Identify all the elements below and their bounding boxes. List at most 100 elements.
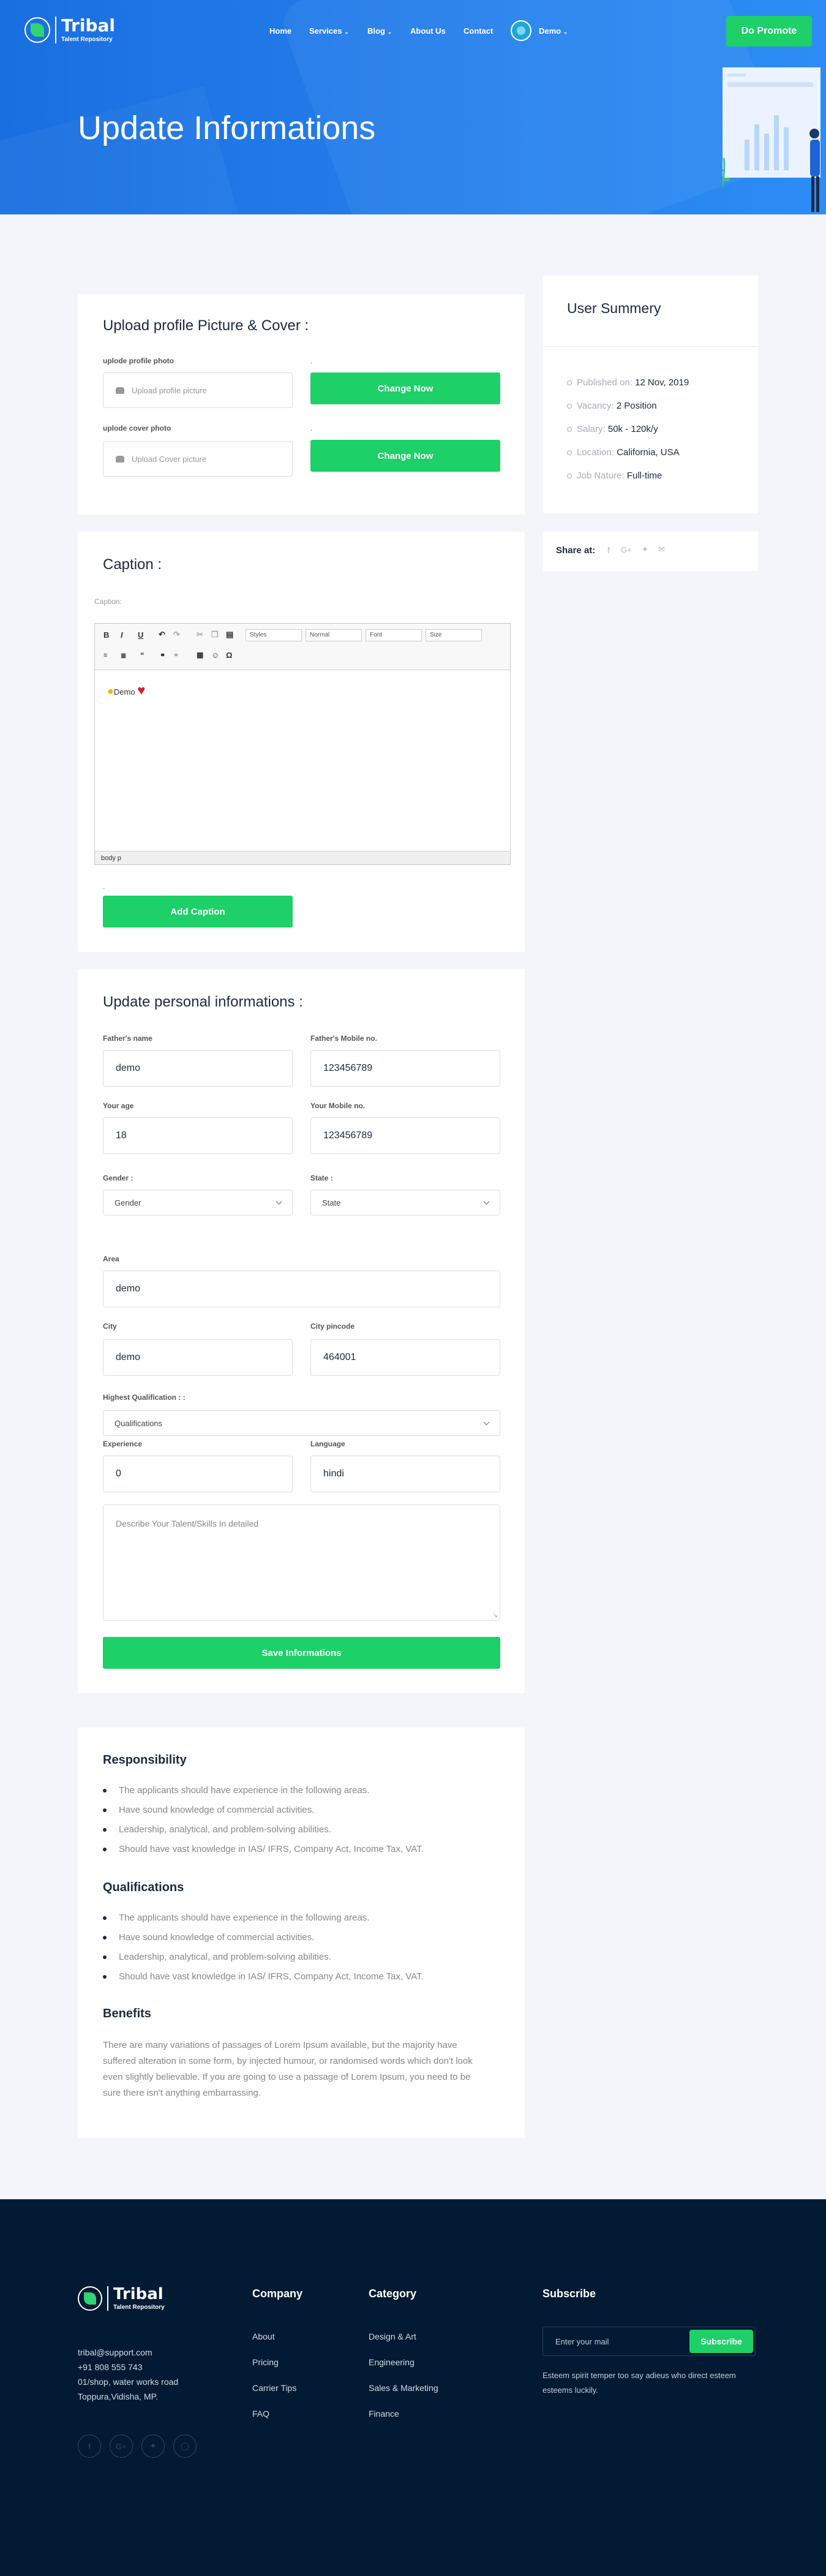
area-label: Area xyxy=(103,1255,119,1263)
special-char-icon[interactable]: Ω xyxy=(226,651,232,660)
dot-marker: . xyxy=(310,424,313,432)
area-input[interactable]: demo xyxy=(103,1271,500,1307)
describe-textarea[interactable]: Describe Your Talent/Skills In detailed … xyxy=(103,1505,500,1621)
google-plus-icon[interactable]: G+ xyxy=(621,545,632,554)
hero-decor-shape xyxy=(277,0,789,214)
upload-title: Upload profile Picture & Cover : xyxy=(103,317,309,334)
qualification-select[interactable]: Qualifications xyxy=(103,1410,500,1436)
italic-icon[interactable]: I xyxy=(121,630,123,640)
nav-blog[interactable]: Blog ⌄ xyxy=(367,26,392,36)
pincode-label: City pincode xyxy=(310,1322,355,1331)
footer-link-carrier-tips[interactable]: Carrier Tips xyxy=(252,2383,296,2393)
nav-blog-label: Blog xyxy=(367,26,385,36)
underline-icon[interactable]: U xyxy=(138,630,143,640)
chevron-down-icon: ⌄ xyxy=(387,29,392,35)
profile-photo-label: uplode profile photo xyxy=(103,357,174,365)
dot-marker: . xyxy=(310,357,313,365)
bullet-list-icon[interactable]: ≣ xyxy=(121,652,126,660)
fathers-name-input[interactable]: demo xyxy=(103,1050,293,1087)
summary-published: Published on: 12 Nov, 2019 xyxy=(567,377,689,388)
share-label: Share at: xyxy=(556,545,596,556)
change-profile-button[interactable]: Change Now xyxy=(310,372,500,404)
fathers-mobile-input[interactable]: 123456789 xyxy=(310,1050,500,1087)
format-select[interactable]: Normal xyxy=(306,629,362,641)
profile-picture-upload[interactable]: Upload profile picture xyxy=(103,372,293,408)
page-title: Update Informations xyxy=(78,110,376,146)
footer-link-pricing[interactable]: Pricing xyxy=(252,2357,279,2367)
mail-icon[interactable]: ✉ xyxy=(658,545,665,554)
list-item: Have sound knowledge of commercial activ… xyxy=(103,1805,314,1815)
mobile-input[interactable]: 123456789 xyxy=(310,1117,500,1154)
chevron-down-icon xyxy=(276,1198,282,1205)
footer-email[interactable]: tribal@support.com xyxy=(78,2347,152,2357)
footer-link-about[interactable]: About xyxy=(252,2332,275,2341)
cover-picture-upload[interactable]: Upload Cover picture xyxy=(103,441,293,477)
size-select[interactable]: Size xyxy=(426,629,482,641)
cut-icon[interactable]: ✂ xyxy=(197,630,203,640)
change-cover-button[interactable]: Change Now xyxy=(310,440,500,472)
upload-placeholder: Upload Cover picture xyxy=(132,454,207,464)
numbered-list-icon[interactable]: ≡ xyxy=(103,652,107,659)
list-item: Leadership, analytical, and problem-solv… xyxy=(103,1952,331,1962)
font-select[interactable]: Font xyxy=(366,629,422,641)
brand-logo[interactable]: Tribal Talent Repository xyxy=(24,17,115,43)
facebook-icon[interactable]: f xyxy=(607,545,610,555)
chevron-down-icon xyxy=(483,1198,490,1205)
language-label: Language xyxy=(310,1440,345,1448)
do-promote-button[interactable]: Do Promote xyxy=(726,16,812,47)
chevron-down-icon xyxy=(483,1419,490,1426)
nav-user-menu[interactable]: Demo ⌄ xyxy=(539,26,568,36)
paste-icon[interactable]: ▤ xyxy=(226,630,233,640)
footer-link-engineering[interactable]: Engineering xyxy=(369,2357,415,2367)
language-input[interactable]: hindi xyxy=(310,1456,500,1492)
instagram-icon[interactable]: ◯ xyxy=(173,2434,197,2458)
age-input[interactable]: 18 xyxy=(103,1117,293,1154)
footer-link-faq[interactable]: FAQ xyxy=(252,2409,269,2419)
subscribe-button[interactable]: Subscribe xyxy=(689,2330,753,2353)
nav-home[interactable]: Home xyxy=(269,26,291,36)
blockquote-icon[interactable]: “ xyxy=(140,651,145,660)
styles-select[interactable]: Styles xyxy=(246,629,302,641)
gender-select[interactable]: Gender xyxy=(103,1190,293,1215)
nav-services[interactable]: Services ⌄ xyxy=(309,26,349,36)
nav-user-label: Demo xyxy=(539,26,561,36)
undo-icon[interactable]: ↶ xyxy=(159,630,165,640)
editor-text: Demo xyxy=(113,687,135,697)
twitter-icon[interactable]: ✦ xyxy=(141,2434,165,2458)
hero-banner: Tribal Talent Repository Home Services ⌄… xyxy=(0,0,826,214)
list-item: Have sound knowledge of commercial activ… xyxy=(103,1932,314,1943)
divider xyxy=(543,346,758,347)
editor-content[interactable]: ●Demo ♥ xyxy=(107,682,145,698)
redo-icon[interactable]: ↷ xyxy=(173,630,180,640)
unlink-icon[interactable]: ⚭ xyxy=(173,651,179,659)
list-item: Should have vast knowledge in IAS/ IFRS,… xyxy=(103,1844,424,1854)
city-input[interactable]: demo xyxy=(103,1339,293,1376)
experience-input[interactable]: 0 xyxy=(103,1456,293,1492)
footer-phone: +91 808 555 743 xyxy=(78,2362,143,2372)
nav-about[interactable]: About Us xyxy=(410,26,446,36)
footer-brand-tagline: Talent Repository xyxy=(113,2304,165,2311)
add-caption-button[interactable]: Add Caption xyxy=(103,896,293,927)
image-icon[interactable]: ▦ xyxy=(197,651,203,659)
caption-title: Caption : xyxy=(103,556,162,573)
footer-link-finance[interactable]: Finance xyxy=(369,2409,399,2419)
twitter-icon[interactable]: ✦ xyxy=(642,545,648,554)
footer-link-sales-marketing[interactable]: Sales & Marketing xyxy=(369,2383,438,2393)
footer-logo[interactable]: Tribal Talent Repository xyxy=(78,2286,165,2311)
rich-text-editor: B I U ↶ ↷ ✂ ❐ ▤ Styles Normal Font Size … xyxy=(94,623,511,865)
smiley-icon[interactable]: ☺ xyxy=(211,651,219,660)
google-plus-icon[interactable]: G+ xyxy=(110,2434,133,2458)
resize-handle-icon[interactable]: ↘ xyxy=(493,1612,498,1619)
editor-toolbar: B I U ↶ ↷ ✂ ❐ ▤ Styles Normal Font Size … xyxy=(95,624,510,670)
state-select[interactable]: State xyxy=(310,1190,500,1215)
leaf-icon xyxy=(24,17,50,43)
avatar[interactable] xyxy=(511,20,531,41)
pincode-input[interactable]: 464001 xyxy=(310,1339,500,1376)
nav-contact[interactable]: Contact xyxy=(464,26,493,36)
facebook-icon[interactable]: f xyxy=(78,2434,101,2458)
footer-link-design-art[interactable]: Design & Art xyxy=(369,2332,416,2341)
bold-icon[interactable]: B xyxy=(103,630,109,640)
link-icon[interactable]: ⚭ xyxy=(160,651,165,659)
save-informations-button[interactable]: Save Informations xyxy=(103,1637,500,1669)
copy-icon[interactable]: ❐ xyxy=(211,630,219,640)
